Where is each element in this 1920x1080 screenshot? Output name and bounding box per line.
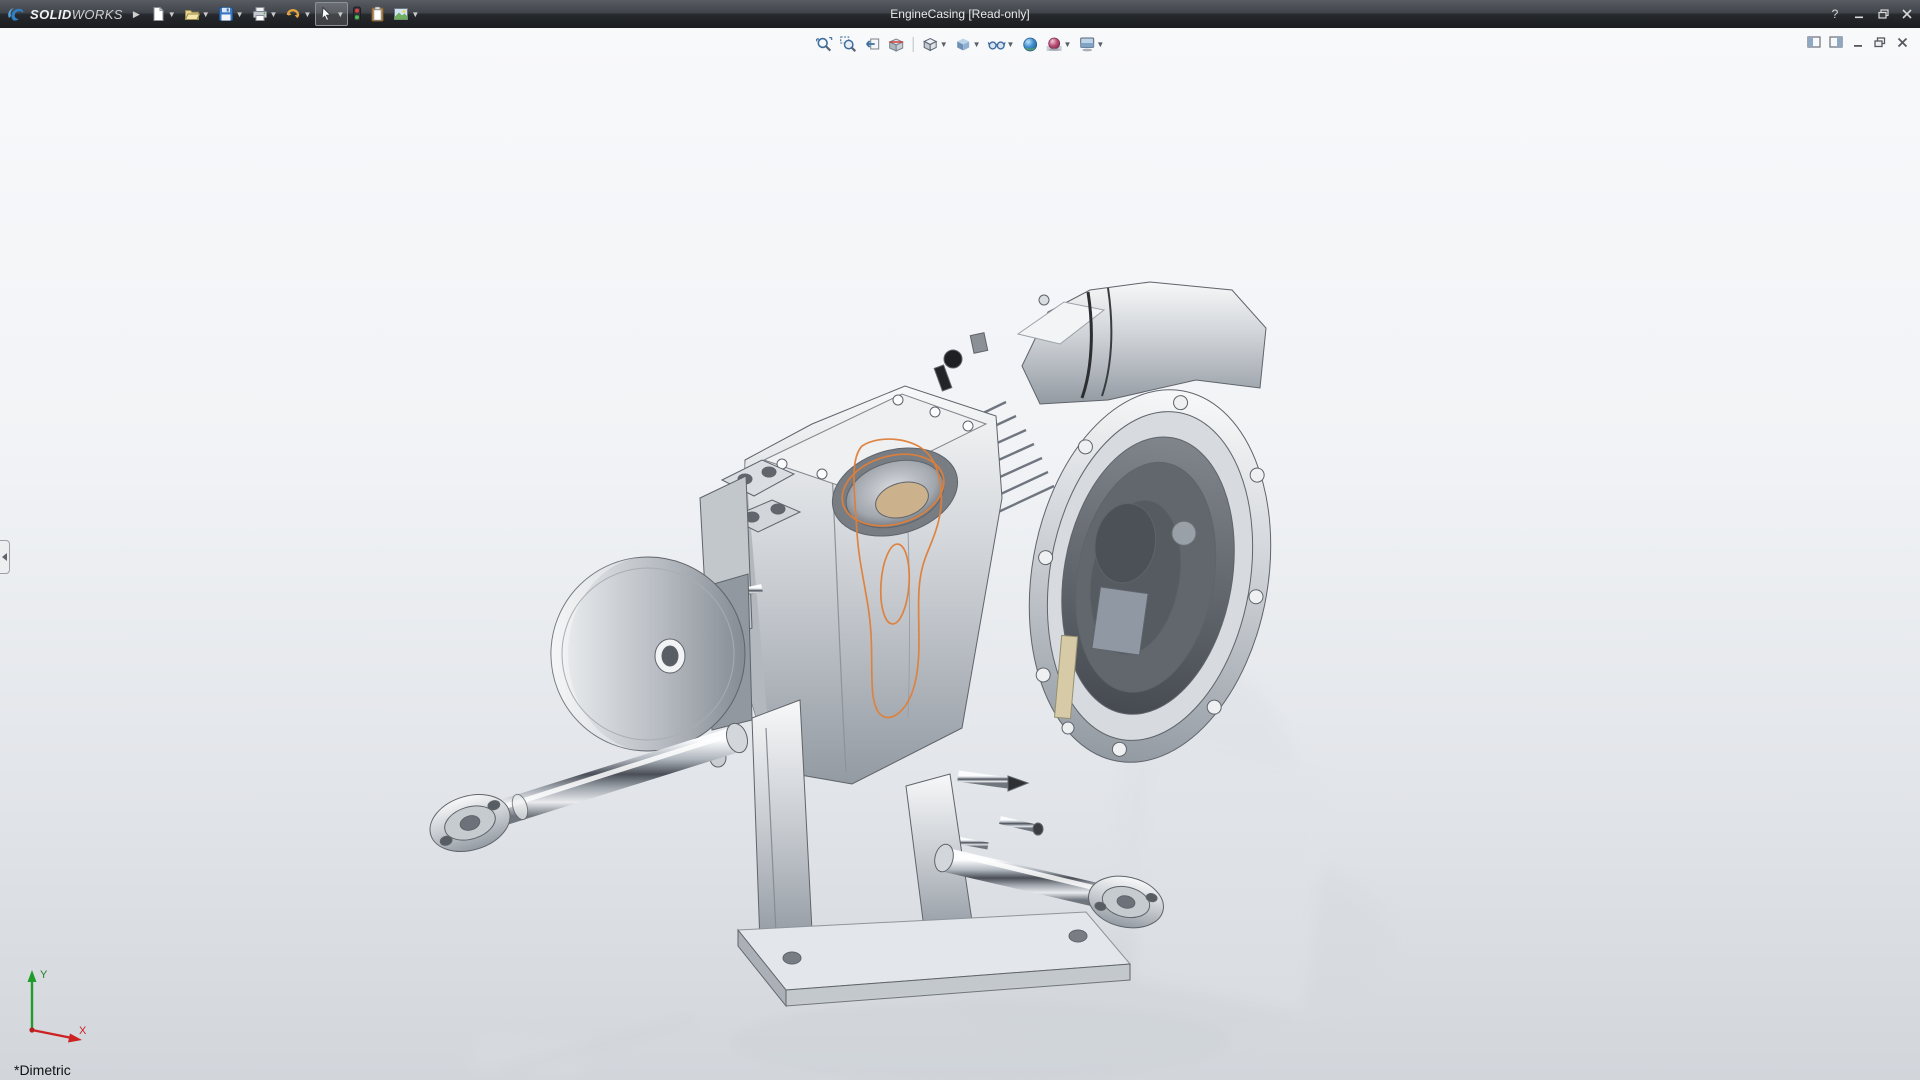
- solidworks-wordmark: SOLIDWORKS: [30, 7, 123, 22]
- scene-ball-icon: [1046, 37, 1062, 51]
- doc-window-left-button[interactable]: [1806, 35, 1822, 49]
- rebuild-indicator-button[interactable]: [348, 2, 366, 26]
- section-view-button[interactable]: [885, 33, 908, 55]
- dropdown-arrow-icon[interactable]: ▼: [236, 10, 244, 19]
- help-glyph: ?: [1831, 7, 1839, 21]
- options-button[interactable]: ▼: [389, 2, 423, 26]
- undo-button[interactable]: ▼: [281, 2, 315, 26]
- heads-up-toolbar: ▼ ▼ ▼ ▼ ▼: [813, 33, 1108, 55]
- solidworks-logo-icon: [8, 8, 24, 21]
- clipboard-icon: [371, 6, 384, 22]
- restore-button[interactable]: [1874, 5, 1892, 23]
- wordmark-solid: SOLID: [30, 6, 72, 22]
- window-title: EngineCasing [Read-only]: [890, 7, 1030, 21]
- help-button[interactable]: ?: [1826, 5, 1844, 23]
- dropdown-arrow-icon[interactable]: ▼: [336, 10, 344, 19]
- apply-scene-button[interactable]: ▼: [1042, 33, 1074, 55]
- doc-minimize-button[interactable]: [1850, 35, 1866, 49]
- zoom-to-area-icon: [840, 35, 857, 52]
- print-button[interactable]: ▼: [248, 2, 282, 26]
- feature-tree-collapse-tab[interactable]: [0, 540, 10, 574]
- edit-appearance-button[interactable]: [1018, 33, 1041, 55]
- properties-clipboard-button[interactable]: [366, 2, 389, 26]
- dropdown-arrow-icon[interactable]: ▼: [303, 10, 311, 19]
- view-settings-icon: [1079, 37, 1094, 51]
- dropdown-arrow-icon[interactable]: ▼: [411, 10, 419, 19]
- undo-arrow-icon: [287, 9, 300, 19]
- display-style-cube-icon: [957, 38, 970, 50]
- close-button[interactable]: [1898, 5, 1916, 23]
- doc-close-icon: [1897, 37, 1907, 47]
- view-orientation-label: *Dimetric: [14, 1062, 71, 1078]
- toolbar-separator: [912, 36, 914, 52]
- save-button[interactable]: ▼: [214, 2, 248, 26]
- zoom-to-fit-icon: [816, 36, 833, 51]
- triad-y-label: Y: [40, 969, 48, 981]
- toolbar-overflow-grip[interactable]: ▶: [133, 9, 140, 20]
- print-icon: [252, 7, 267, 21]
- window-controls: ?: [1826, 0, 1916, 28]
- dropdown-arrow-icon[interactable]: ▼: [202, 10, 210, 19]
- doc-restore-button[interactable]: [1872, 35, 1888, 49]
- dropdown-arrow-icon[interactable]: ▼: [168, 10, 176, 19]
- reference-triad: Y X: [27, 969, 87, 1043]
- doc-window-right-button[interactable]: [1828, 35, 1844, 49]
- main-toolbar: ▼ ▼ ▼ ▼ ▼ ▼ ▼: [146, 0, 423, 28]
- dropdown-arrow-icon[interactable]: ▼: [940, 40, 948, 49]
- engine-casing-model: [429, 281, 1395, 1080]
- select-cursor-icon: [321, 6, 333, 22]
- zoom-to-fit-button[interactable]: [813, 33, 836, 55]
- collapse-arrow-icon: [2, 553, 7, 561]
- doc-restore-icon: [1874, 36, 1886, 47]
- appearance-ball-icon: [1023, 37, 1037, 51]
- doc-minimize-icon: [1853, 44, 1862, 47]
- document-window-controls: [1806, 35, 1910, 49]
- view-settings-button[interactable]: ▼: [1075, 33, 1107, 55]
- close-icon: [1902, 9, 1912, 19]
- options-image-icon: [394, 8, 409, 20]
- previous-view-button[interactable]: [861, 33, 884, 55]
- section-view-icon: [888, 37, 904, 52]
- solidworks-window: SOLIDWORKS ▶ ▼ ▼ ▼ ▼ ▼ ▼ ▼ EngineCasing …: [0, 0, 1920, 1080]
- traffic-light-icon: [353, 6, 362, 22]
- minimize-button[interactable]: [1850, 5, 1868, 23]
- previous-view-icon: [866, 38, 880, 49]
- model-viewport[interactable]: ▼ ▼ ▼ ▼ ▼ Y X *Dimetric: [0, 28, 1920, 1080]
- doc-close-button[interactable]: [1894, 35, 1910, 49]
- view-orientation-button[interactable]: ▼: [919, 33, 951, 55]
- dropdown-arrow-icon[interactable]: ▼: [1096, 40, 1104, 49]
- window-right-icon: [1829, 36, 1843, 48]
- new-document-button[interactable]: ▼: [146, 2, 180, 26]
- save-floppy-icon: [218, 7, 233, 21]
- window-left-icon: [1807, 36, 1821, 48]
- dropdown-arrow-icon[interactable]: ▼: [1063, 40, 1071, 49]
- display-style-button[interactable]: ▼: [952, 33, 984, 55]
- solidworks-logo: SOLIDWORKS: [0, 5, 131, 23]
- open-folder-icon: [184, 10, 200, 20]
- zoom-to-area-button[interactable]: [837, 33, 860, 55]
- minimize-icon: [1855, 16, 1863, 19]
- dropdown-arrow-icon[interactable]: ▼: [270, 10, 278, 19]
- view-orientation-cube-icon: [923, 37, 938, 51]
- titlebar: SOLIDWORKS ▶ ▼ ▼ ▼ ▼ ▼ ▼ ▼ EngineCasing …: [0, 0, 1920, 28]
- dropdown-arrow-icon[interactable]: ▼: [973, 40, 981, 49]
- glasses-icon: [987, 40, 1006, 50]
- restore-icon: [1877, 9, 1889, 19]
- triad-x-label: X: [79, 1025, 87, 1037]
- hide-show-items-button[interactable]: ▼: [985, 33, 1018, 55]
- dropdown-arrow-icon[interactable]: ▼: [1007, 40, 1015, 49]
- open-document-button[interactable]: ▼: [180, 2, 214, 26]
- new-document-icon: [153, 7, 164, 21]
- select-tool-button[interactable]: ▼: [315, 2, 349, 26]
- wordmark-works: WORKS: [71, 6, 123, 22]
